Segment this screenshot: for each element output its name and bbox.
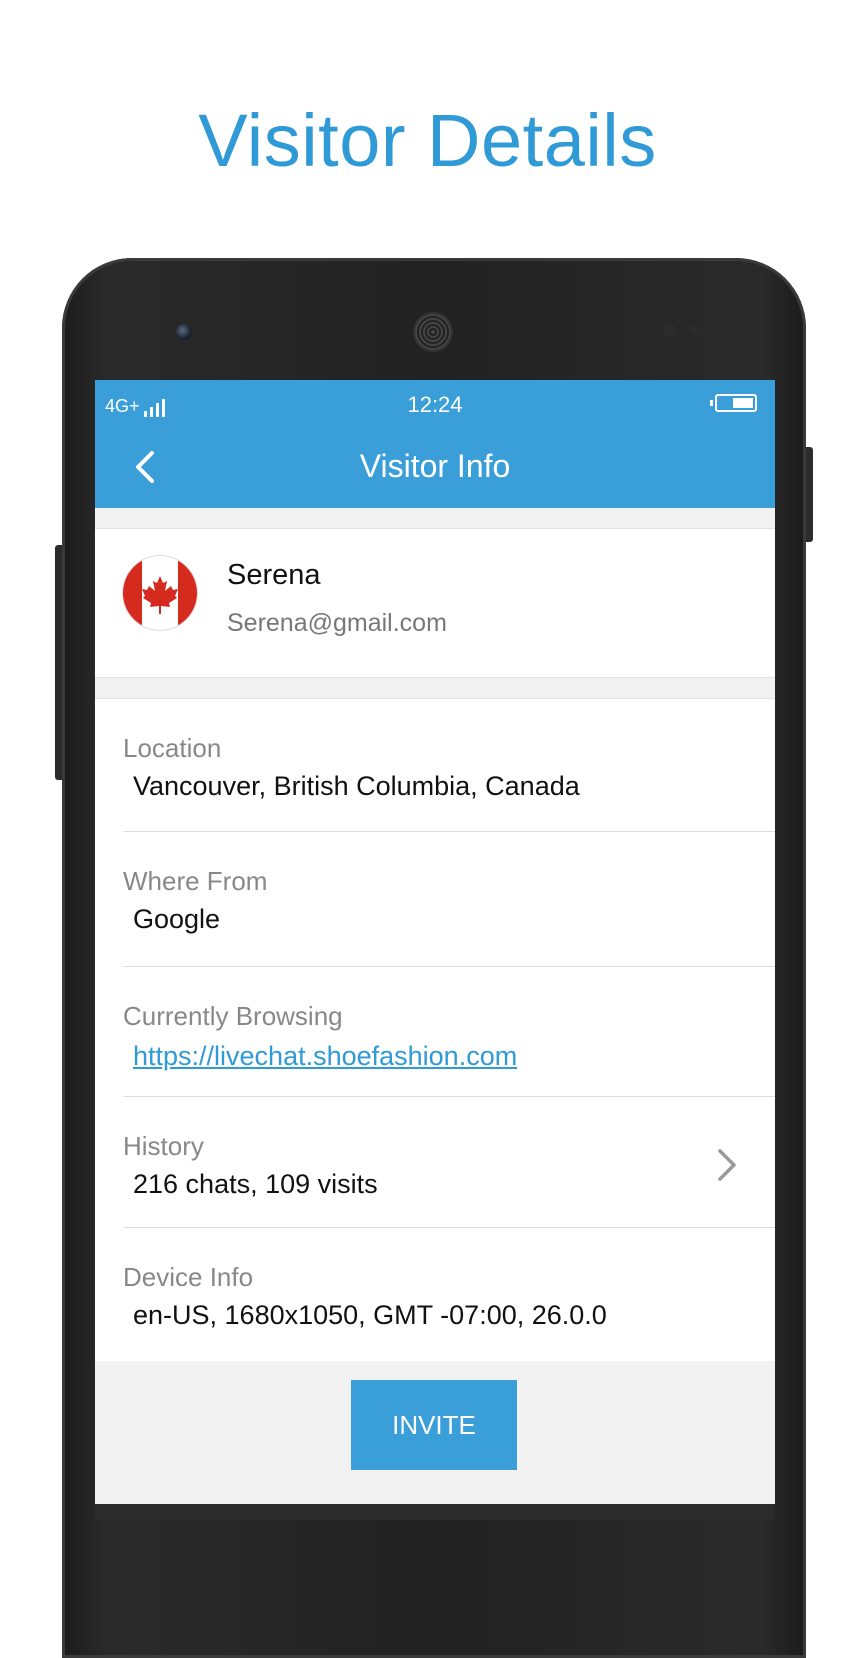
visitor-details-list: Location Vancouver, British Columbia, Ca… (95, 698, 775, 1361)
detail-value: 216 chats, 109 visits (133, 1169, 378, 1199)
canada-flag-icon (123, 556, 197, 630)
visitor-email: Serena@gmail.com (227, 609, 447, 637)
detail-label: Where From (123, 866, 268, 896)
app-header: 4G+ 12:24 Visitor Info (95, 380, 775, 508)
detail-value: Vancouver, British Columbia, Canada (133, 771, 580, 801)
detail-value: Google (133, 904, 221, 934)
detail-row-currently-browsing: Currently Browsing https://livechat.shoe… (123, 967, 775, 1097)
browsing-url-link[interactable]: https://livechat.shoefashion.com (133, 1041, 517, 1072)
phone-bottom-bezel (95, 1504, 775, 1520)
detail-label: Device Info (123, 1262, 254, 1292)
detail-row-device-info: Device Info en-US, 1680x1050, GMT -07:00… (123, 1228, 775, 1360)
earpiece-speaker-icon (415, 314, 451, 350)
detail-label: Location (123, 733, 222, 763)
detail-row-where-from: Where From Google (123, 832, 775, 967)
phone-screen: 4G+ 12:24 Visitor Info Serena Serena@gma… (95, 380, 775, 1520)
status-time: 12:24 (407, 392, 463, 417)
front-camera-icon (176, 324, 192, 340)
invite-button[interactable]: INVITE (351, 1380, 517, 1470)
visitor-profile-card: Serena Serena@gmail.com (95, 528, 775, 678)
page-title: Visitor Info (359, 448, 511, 484)
chevron-right-icon (718, 1149, 736, 1181)
detail-value: en-US, 1680x1050, GMT -07:00, 26.0.0 (133, 1300, 607, 1330)
detail-row-history[interactable]: History 216 chats, 109 visits (123, 1097, 775, 1228)
promo-title: Visitor Details (198, 99, 657, 182)
proximity-sensor-icon (664, 324, 676, 336)
detail-label: History (123, 1131, 204, 1161)
battery-icon (710, 394, 757, 412)
detail-label: Currently Browsing (123, 1001, 343, 1031)
light-sensor-icon (690, 326, 698, 334)
detail-row-location: Location Vancouver, British Columbia, Ca… (123, 699, 775, 832)
visitor-name: Serena (227, 559, 321, 591)
